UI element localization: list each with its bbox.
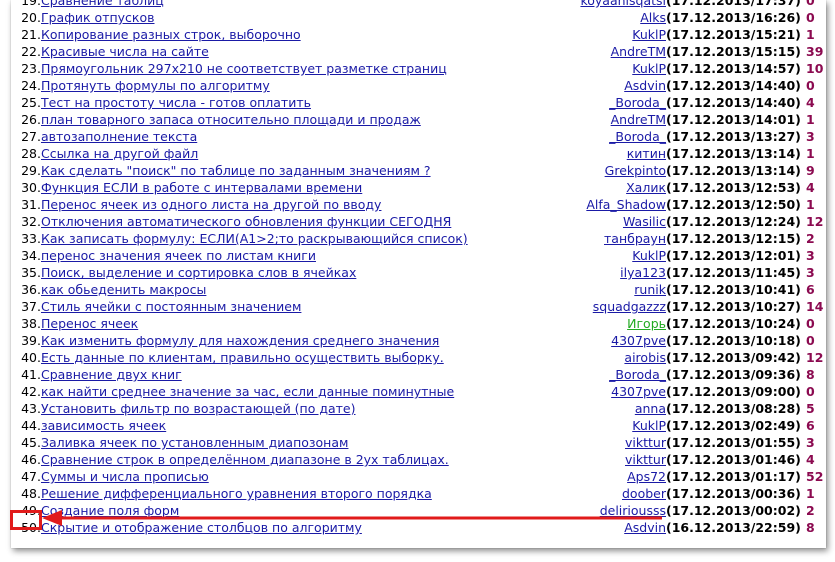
red-arrow-icon xyxy=(42,510,662,526)
